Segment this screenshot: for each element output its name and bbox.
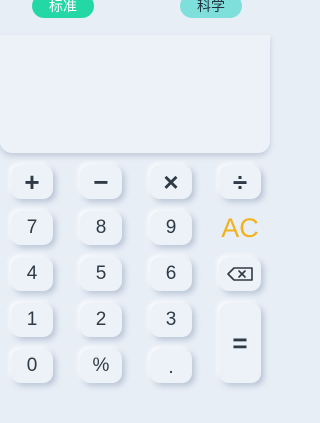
multiply-button[interactable]: ×	[150, 165, 192, 199]
tab-science[interactable]: 科学	[180, 0, 242, 18]
digit-2-button[interactable]: 2	[80, 303, 122, 337]
digit-8-button[interactable]: 8	[80, 211, 122, 245]
digit-6-button[interactable]: 6	[150, 257, 192, 291]
digit-4-button[interactable]: 4	[11, 257, 53, 291]
digit-3-button[interactable]: 3	[150, 303, 192, 337]
tab-standard[interactable]: 标准	[32, 0, 94, 18]
tab-science-label: 科学	[197, 0, 225, 14]
divide-button[interactable]: ÷	[219, 165, 261, 199]
equals-button[interactable]: =	[219, 303, 261, 383]
digit-9-button[interactable]: 9	[150, 211, 192, 245]
digit-1-button[interactable]: 1	[11, 303, 53, 337]
plus-button[interactable]: +	[11, 165, 53, 199]
clear-button[interactable]: AC	[219, 211, 261, 245]
calculator-display	[0, 35, 270, 153]
backspace-icon	[227, 267, 253, 281]
digit-7-button[interactable]: 7	[11, 211, 53, 245]
minus-button[interactable]: −	[80, 165, 122, 199]
percent-button[interactable]: %	[80, 349, 122, 383]
decimal-point-button[interactable]: .	[150, 349, 192, 383]
tab-standard-label: 标准	[49, 0, 77, 14]
digit-5-button[interactable]: 5	[80, 257, 122, 291]
digit-0-button[interactable]: 0	[11, 349, 53, 383]
backspace-button[interactable]	[219, 257, 261, 291]
